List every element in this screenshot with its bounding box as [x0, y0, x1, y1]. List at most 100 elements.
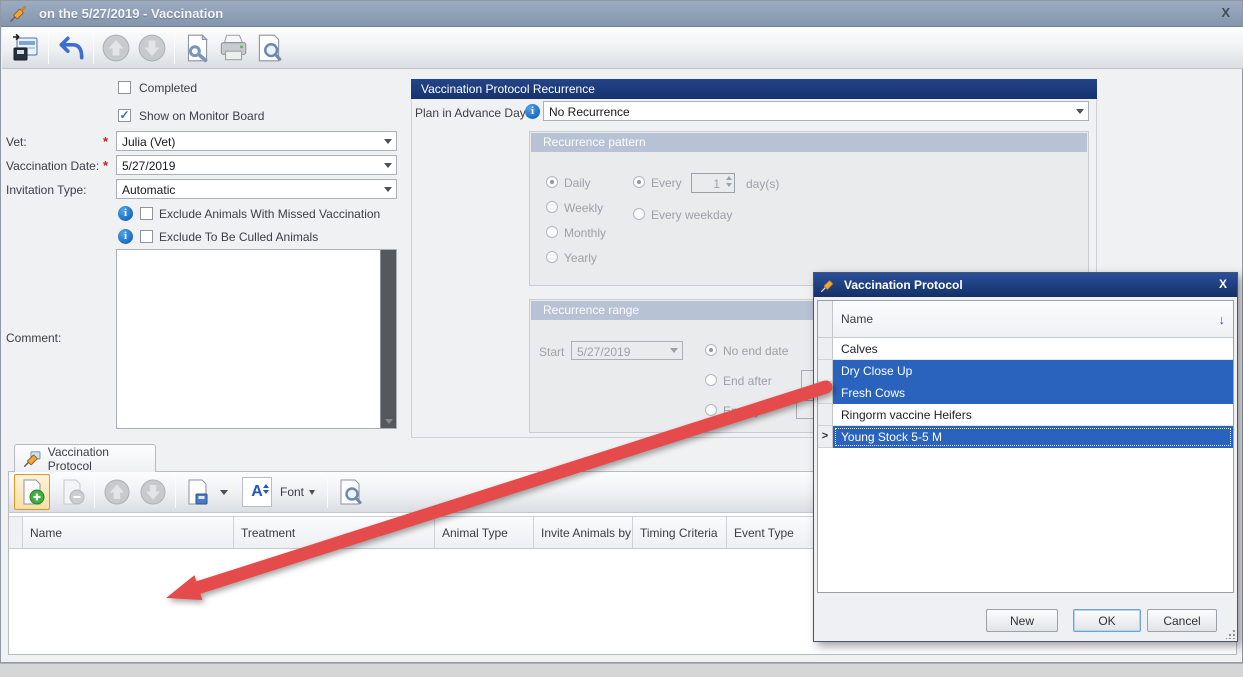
printer-icon	[216, 32, 250, 64]
column-header-event-type[interactable]: Event Type	[727, 516, 827, 549]
resize-grip[interactable]	[1226, 630, 1235, 639]
cancel-button[interactable]: Cancel	[1147, 609, 1217, 632]
popup-column-label: Name	[841, 312, 873, 326]
preview-button[interactable]	[251, 30, 287, 66]
row-name: Calves	[833, 338, 1233, 360]
column-header-timing-criteria[interactable]: Timing Criteria	[633, 516, 727, 549]
arrow-down-circle-icon	[139, 478, 167, 506]
popup-column-header-name[interactable]: Name ↓	[833, 301, 1233, 338]
yearly-radio	[546, 251, 558, 263]
row-indicator	[818, 382, 833, 404]
every-label: Every	[651, 176, 682, 190]
font-letter-icon: A	[251, 483, 263, 501]
yearly-label: Yearly	[564, 251, 597, 265]
popup-grid-header: Name ↓	[818, 301, 1233, 338]
search-protocol-button[interactable]	[332, 474, 368, 510]
every-days-spinner: 1	[691, 173, 735, 193]
popup-close-icon[interactable]: X	[1219, 277, 1227, 291]
syringe-icon	[22, 450, 42, 468]
daily-radio	[546, 176, 558, 188]
move-protocol-down-button	[135, 474, 171, 510]
remove-document-icon	[57, 477, 87, 507]
comment-scrollbar[interactable]	[380, 250, 396, 428]
vet-dropdown-icon[interactable]	[380, 133, 395, 149]
column-header-name[interactable]: Name	[23, 516, 234, 549]
edit-button[interactable]	[179, 30, 215, 66]
end-after-radio	[705, 374, 717, 386]
vet-combobox[interactable]: Julia (Vet)	[116, 131, 397, 151]
save-layout-button[interactable]	[180, 474, 216, 510]
plan-dropdown-icon[interactable]	[1072, 103, 1087, 119]
every-radio	[633, 176, 645, 188]
font-style-button[interactable]: A	[242, 477, 272, 507]
save-button[interactable]	[8, 30, 44, 66]
start-dropdown-icon	[666, 343, 681, 358]
column-header-invite-animals-by[interactable]: Invite Animals by	[534, 516, 633, 549]
row-indicator	[818, 338, 833, 360]
protocol-row-ringorm-vaccine-heifers[interactable]: Ringorm vaccine Heifers	[818, 404, 1233, 426]
add-protocol-button[interactable]	[14, 474, 50, 510]
font-dropdown-icon[interactable]	[309, 490, 315, 495]
recurrence-header: Vaccination Protocol Recurrence	[411, 79, 1097, 99]
vaccination-date-combobox[interactable]: 5/27/2019	[116, 155, 397, 175]
move-down-button	[134, 30, 170, 66]
vaccination-protocol-popup: Vaccination Protocol X Name ↓ Calves Dry…	[813, 272, 1238, 642]
protocol-row-dry-close-up[interactable]: Dry Close Up	[818, 360, 1233, 382]
ok-button[interactable]: OK	[1073, 609, 1141, 632]
dialog-titlebar: on the 5/27/2019 - Vaccination X	[1, 1, 1242, 27]
monitor-board-checkbox[interactable]: ✓	[118, 109, 131, 122]
remove-protocol-button	[54, 474, 90, 510]
exclude-culled-checkbox[interactable]	[140, 230, 153, 243]
date-required-mark: *	[103, 158, 108, 173]
save-icon	[10, 32, 42, 64]
monitor-board-label: Show on Monitor Board	[139, 109, 264, 123]
row-name: Ringorm vaccine Heifers	[833, 404, 1233, 426]
syringe-icon	[820, 277, 836, 293]
sort-descending-icon[interactable]: ↓	[1219, 312, 1226, 327]
popup-titlebar: Vaccination Protocol X	[814, 273, 1237, 297]
column-header-treatment[interactable]: Treatment	[234, 516, 435, 549]
invitation-type-combobox[interactable]: Automatic	[116, 179, 397, 199]
start-label: Start	[539, 345, 564, 359]
print-button[interactable]	[215, 30, 251, 66]
spin-up-icon	[726, 176, 732, 180]
document-wrench-icon	[181, 32, 213, 64]
vet-label: Vet:	[6, 135, 27, 149]
date-dropdown-icon[interactable]	[380, 157, 395, 173]
protocol-row-fresh-cows[interactable]: Fresh Cows	[818, 382, 1233, 404]
toolbar-separator	[48, 32, 49, 64]
move-up-button	[98, 30, 134, 66]
document-save-icon	[183, 477, 213, 507]
info-icon: i	[118, 229, 133, 244]
tab-vaccination-protocol[interactable]: Vaccination Protocol	[14, 444, 156, 472]
arrow-up-circle-icon	[101, 33, 131, 63]
toolbar-separator	[174, 32, 175, 64]
column-header-animal-type[interactable]: Animal Type	[435, 516, 534, 549]
plan-in-advance-combobox[interactable]: No Recurrence	[543, 101, 1089, 121]
end-by-label: End by	[723, 404, 760, 418]
new-button[interactable]: New	[986, 609, 1058, 632]
daily-label: Daily	[564, 176, 591, 190]
no-end-date-label: No end date	[723, 344, 788, 358]
vet-value: Julia (Vet)	[122, 135, 175, 149]
completed-checkbox[interactable]	[118, 81, 131, 94]
protocol-row-calves[interactable]: Calves	[818, 338, 1233, 360]
close-icon[interactable]: X	[1221, 5, 1230, 20]
undo-icon	[56, 33, 86, 63]
exclude-missed-checkbox[interactable]	[140, 207, 153, 220]
weekly-label: Weekly	[564, 201, 603, 215]
plan-in-advance-value: No Recurrence	[549, 105, 630, 119]
toolbar-separator	[175, 476, 176, 508]
protocol-row-young-stock[interactable]: > Young Stock 5-5 M	[818, 426, 1233, 448]
save-layout-dropdown[interactable]	[216, 474, 232, 510]
scroll-down-icon	[385, 419, 393, 424]
end-after-label: End after	[723, 374, 772, 388]
every-days-value: 1	[713, 177, 720, 191]
row-indicator-column	[818, 301, 833, 338]
comment-textarea[interactable]	[116, 249, 397, 429]
undo-button[interactable]	[53, 30, 89, 66]
row-indicator	[818, 404, 833, 426]
font-menu-label[interactable]: Font	[280, 485, 304, 499]
row-name: Young Stock 5-5 M	[833, 426, 1233, 448]
invitation-dropdown-icon[interactable]	[380, 181, 395, 197]
